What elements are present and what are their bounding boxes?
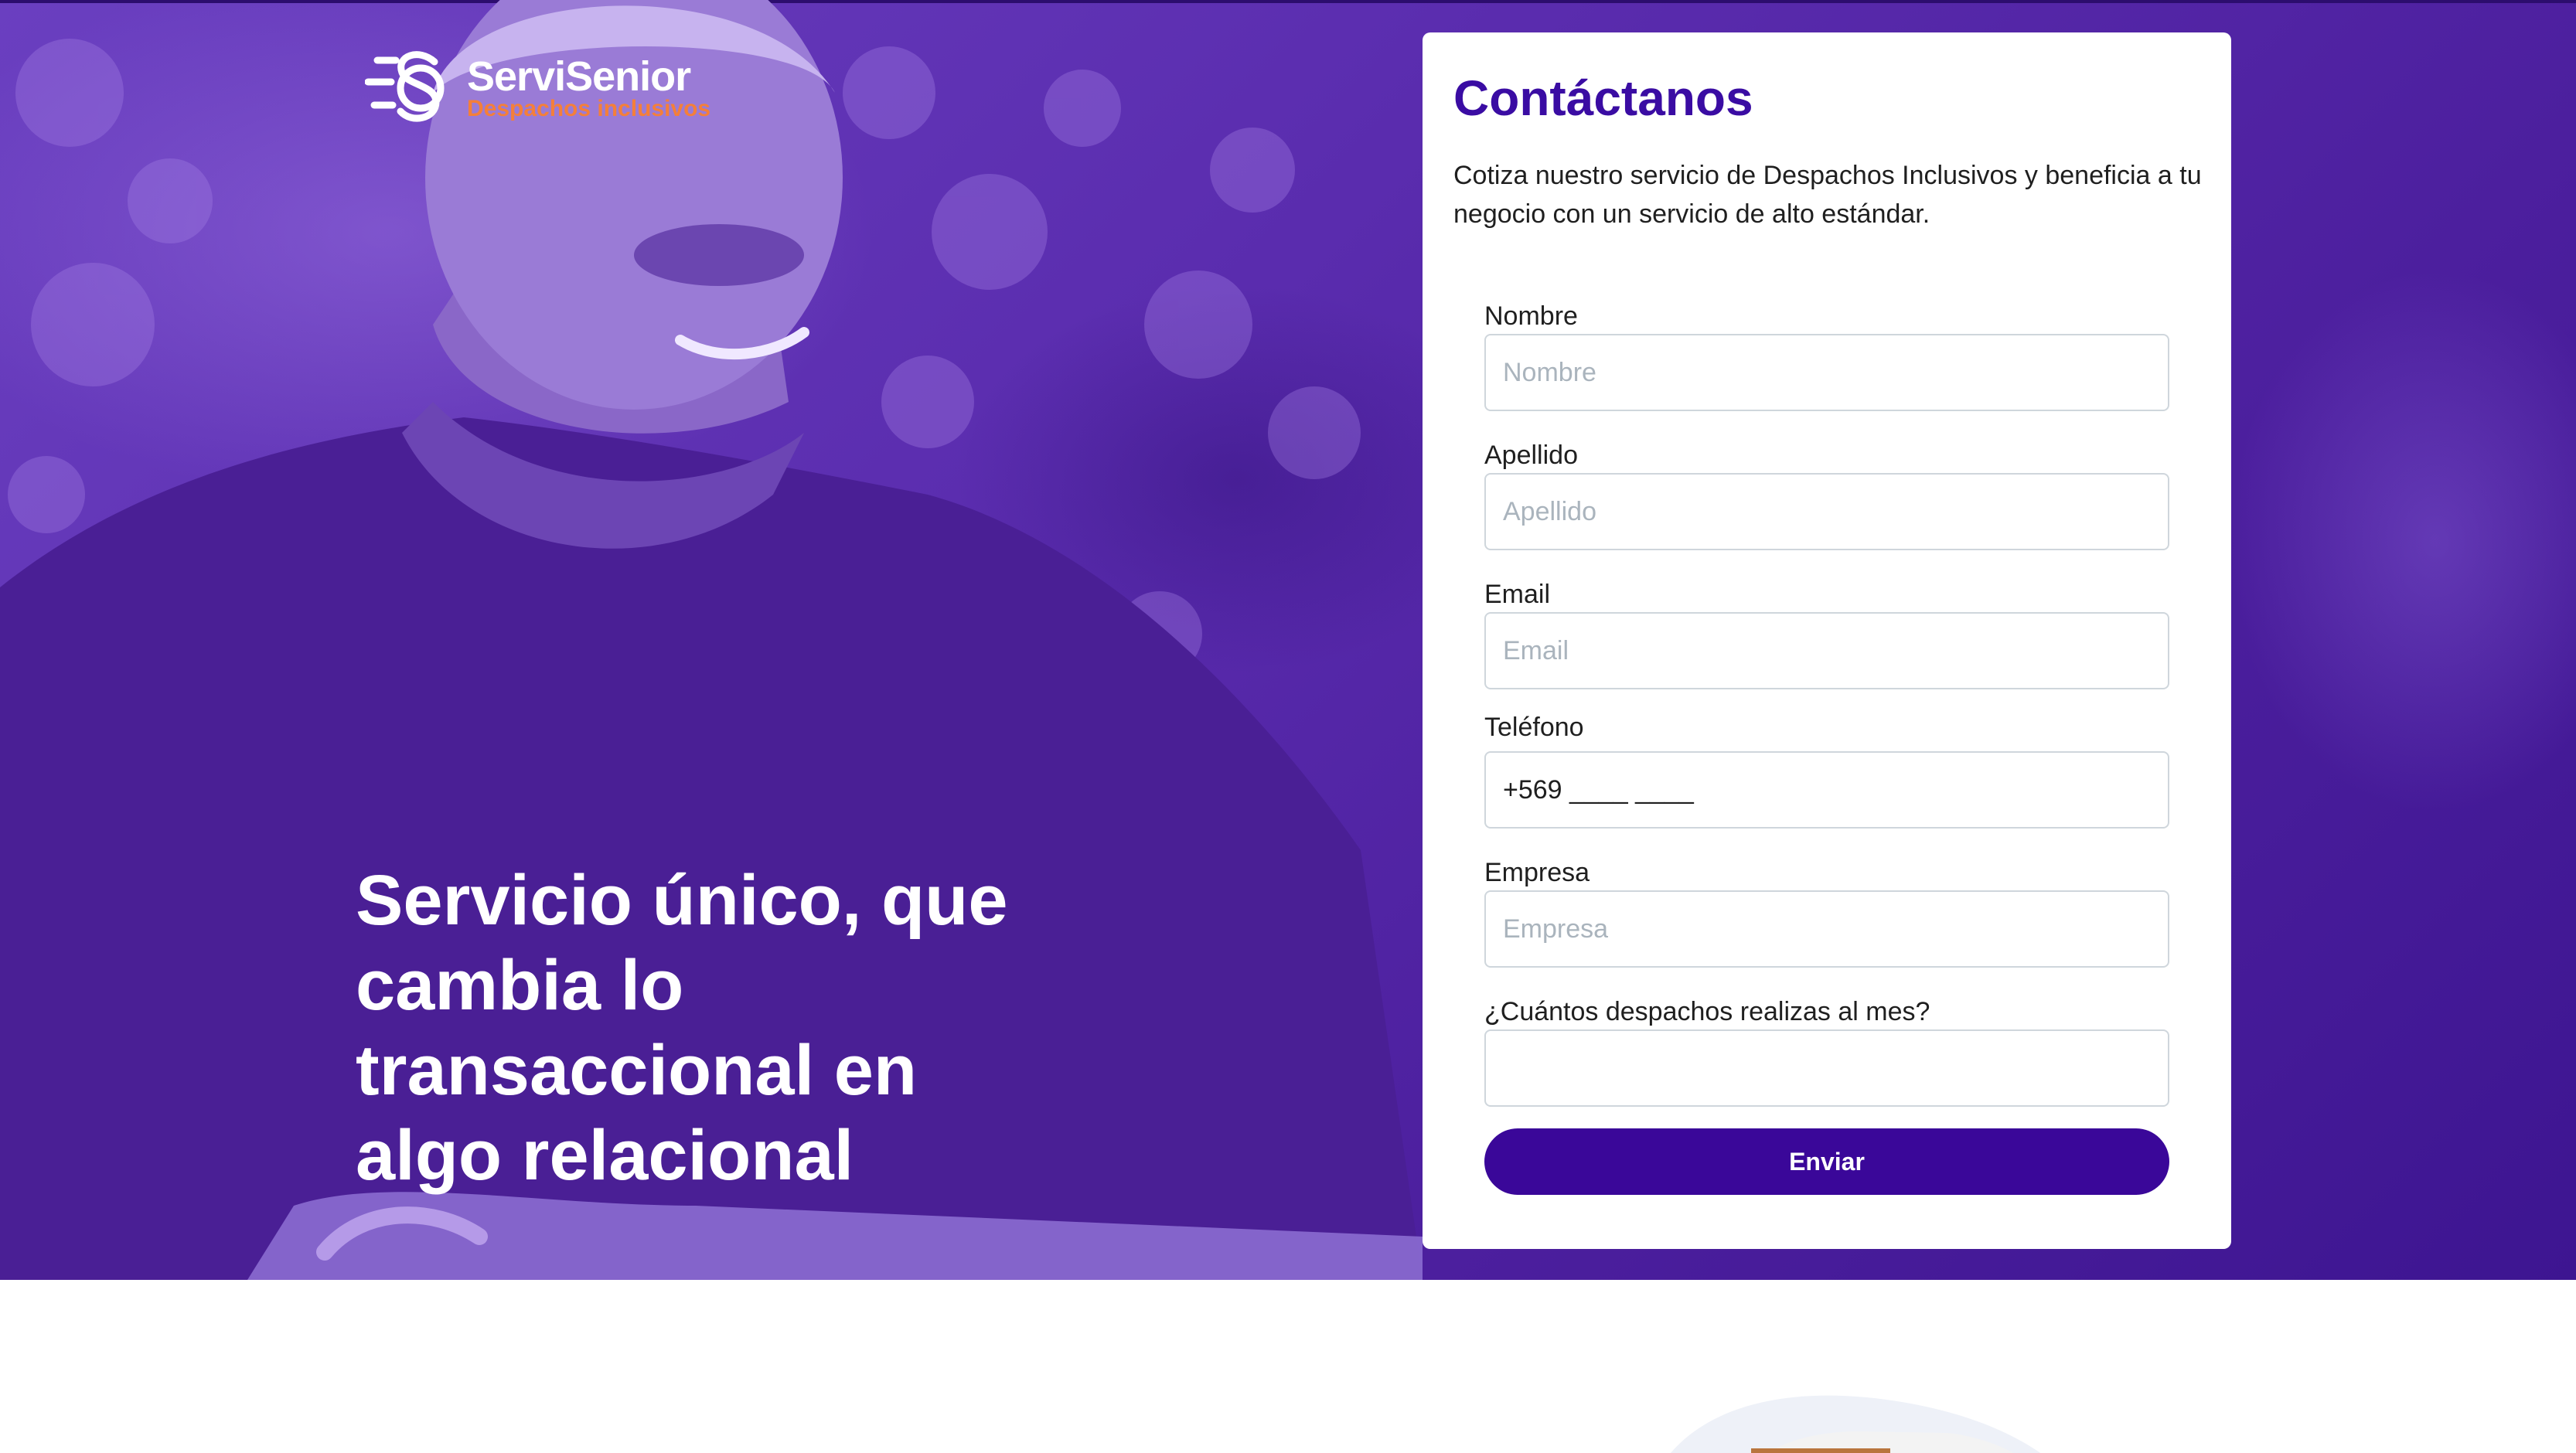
form-title: Contáctanos — [1453, 70, 1753, 126]
despachos-input[interactable] — [1484, 1029, 2169, 1107]
telefono-input[interactable] — [1484, 751, 2169, 829]
brand-tagline: Despachos inclusivos — [467, 96, 711, 121]
email-input[interactable] — [1484, 612, 2169, 689]
lower-section — [0, 1280, 2576, 1453]
telefono-label: Teléfono — [1484, 713, 1584, 742]
brand-name: ServiSenior — [467, 53, 691, 100]
apellido-input[interactable] — [1484, 473, 2169, 550]
hero-headline: Servicio único, que cambia lo transaccio… — [356, 861, 1008, 1195]
servisenior-logo-icon — [365, 51, 445, 122]
apellido-label: Apellido — [1484, 441, 1578, 470]
email-label: Email — [1484, 580, 1551, 609]
submit-button[interactable]: Enviar — [1484, 1128, 2169, 1195]
hero-section: ServiSenior Despachos inclusivos Servici… — [0, 0, 2576, 1280]
contact-form: Contáctanos Cotiza nuestro servicio de D… — [1423, 32, 2231, 1249]
nombre-input[interactable] — [1484, 334, 2169, 411]
empresa-input[interactable] — [1484, 890, 2169, 968]
brand-logo[interactable]: ServiSenior Despachos inclusivos — [365, 45, 710, 130]
form-intro-text: Cotiza nuestro servicio de Despachos Inc… — [1453, 161, 2202, 229]
nombre-label: Nombre — [1484, 301, 1578, 331]
despachos-label: ¿Cuántos despachos realizas al mes? — [1484, 997, 1930, 1026]
delivery-photo-preview — [1670, 1395, 2041, 1453]
empresa-label: Empresa — [1484, 858, 1590, 887]
